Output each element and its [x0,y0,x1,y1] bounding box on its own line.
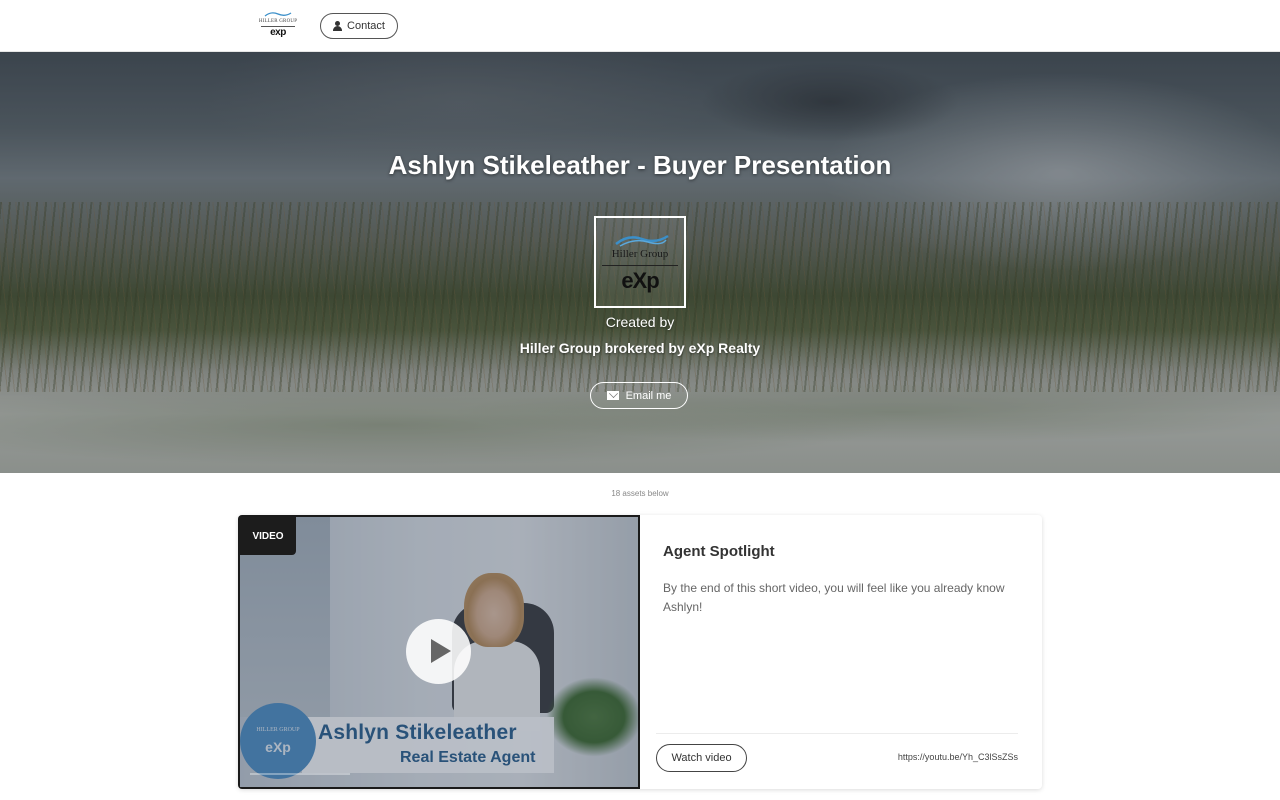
person-icon [333,21,343,31]
email-button-label: Email me [625,389,672,402]
logo-divider [602,265,678,266]
play-button[interactable] [406,619,471,684]
asset-card: Ashlyn Stikeleather Real Estate Agent HI… [238,515,1042,789]
logo-brand-text: HILLER GROUP [258,19,298,24]
asset-title: Agent Spotlight [663,543,775,560]
thumb-progress-bar [250,773,350,775]
assets-count: 18 assets below [611,489,669,498]
page-title: Ashlyn Stikeleather - Buyer Presentation [388,150,892,180]
logo-exp-text: exp [270,27,286,38]
watch-video-button[interactable]: Watch video [656,744,747,772]
mail-icon [606,391,619,400]
top-bar: HILLER GROUP exp Contact [0,0,1280,52]
video-link[interactable]: https://youtu.be/Yh_C3lSsZSs [898,752,1018,762]
logo-swoosh-icon [264,12,292,17]
play-icon [431,639,451,663]
logo-exp-text: eXp [621,268,659,293]
contact-button-label: Contact [347,20,385,32]
contact-button[interactable]: Contact [320,13,398,39]
asset-info: Agent Spotlight By the end of this short… [640,515,1042,789]
video-thumbnail[interactable]: Ashlyn Stikeleather Real Estate Agent HI… [238,515,640,789]
created-by-label: Created by [605,314,675,330]
company-logo[interactable]: HILLER GROUP exp [258,11,298,41]
logo-swoosh-icon [615,234,669,247]
video-tag: VIDEO [240,517,296,555]
company-name: Hiller Group brokered by eXp Realty [519,340,761,356]
creator-logo: Hiller Group eXp [594,216,686,308]
asset-description: By the end of this short video, you will… [663,581,1005,614]
logo-brand-text: Hiller Group [611,248,669,260]
hero-banner: Ashlyn Stikeleather - Buyer Presentation… [0,52,1280,473]
card-divider [656,733,1018,734]
email-me-button[interactable]: Email me [590,382,688,409]
